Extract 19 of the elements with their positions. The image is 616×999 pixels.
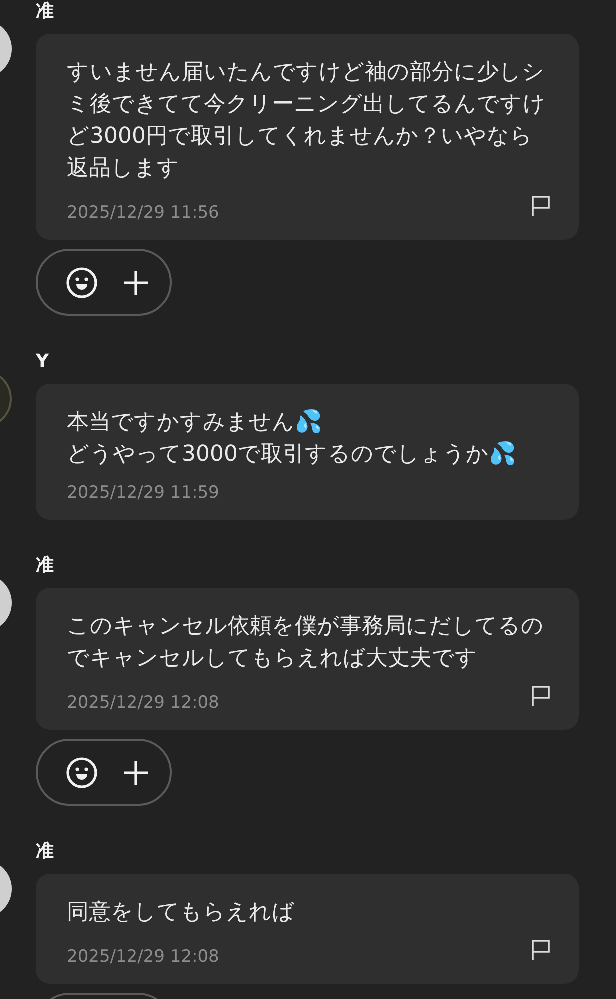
message-text: このキャンセル依頼を僕が事務局にだしてるのでキャンセルしてもらえれば大丈夫です <box>67 613 545 673</box>
add-icon[interactable] <box>122 758 150 786</box>
message-text: すいません届いたんですけど袖の部分に少しシミ後できてて今クリーニング出してるんですけど3000円で取引してくれませんか？いやなら返品します <box>67 59 547 183</box>
flag-icon[interactable] <box>530 939 552 961</box>
timestamp: 2025/12/29 12:08 <box>67 692 220 715</box>
timestamp: 2025/12/29 11:59 <box>67 482 220 505</box>
flag-icon[interactable] <box>530 685 552 707</box>
add-icon[interactable] <box>122 268 150 296</box>
sender-name: Y <box>36 350 50 374</box>
smiley-icon[interactable] <box>66 756 98 788</box>
timestamp: 2025/12/29 12:08 <box>67 946 220 969</box>
smiley-icon[interactable] <box>66 266 98 298</box>
timestamp: 2025/12/29 11:56 <box>67 202 220 225</box>
message-text: 本当ですかすみません💦 どうやって3000で取引するのでしょうか💦 <box>67 408 517 469</box>
message-text: 同意をしてもらえれば <box>67 899 296 927</box>
flag-icon[interactable] <box>530 195 552 217</box>
sender-name: 准 <box>36 840 55 864</box>
sender-name: 准 <box>36 0 55 24</box>
sender-name: 准 <box>36 554 55 578</box>
